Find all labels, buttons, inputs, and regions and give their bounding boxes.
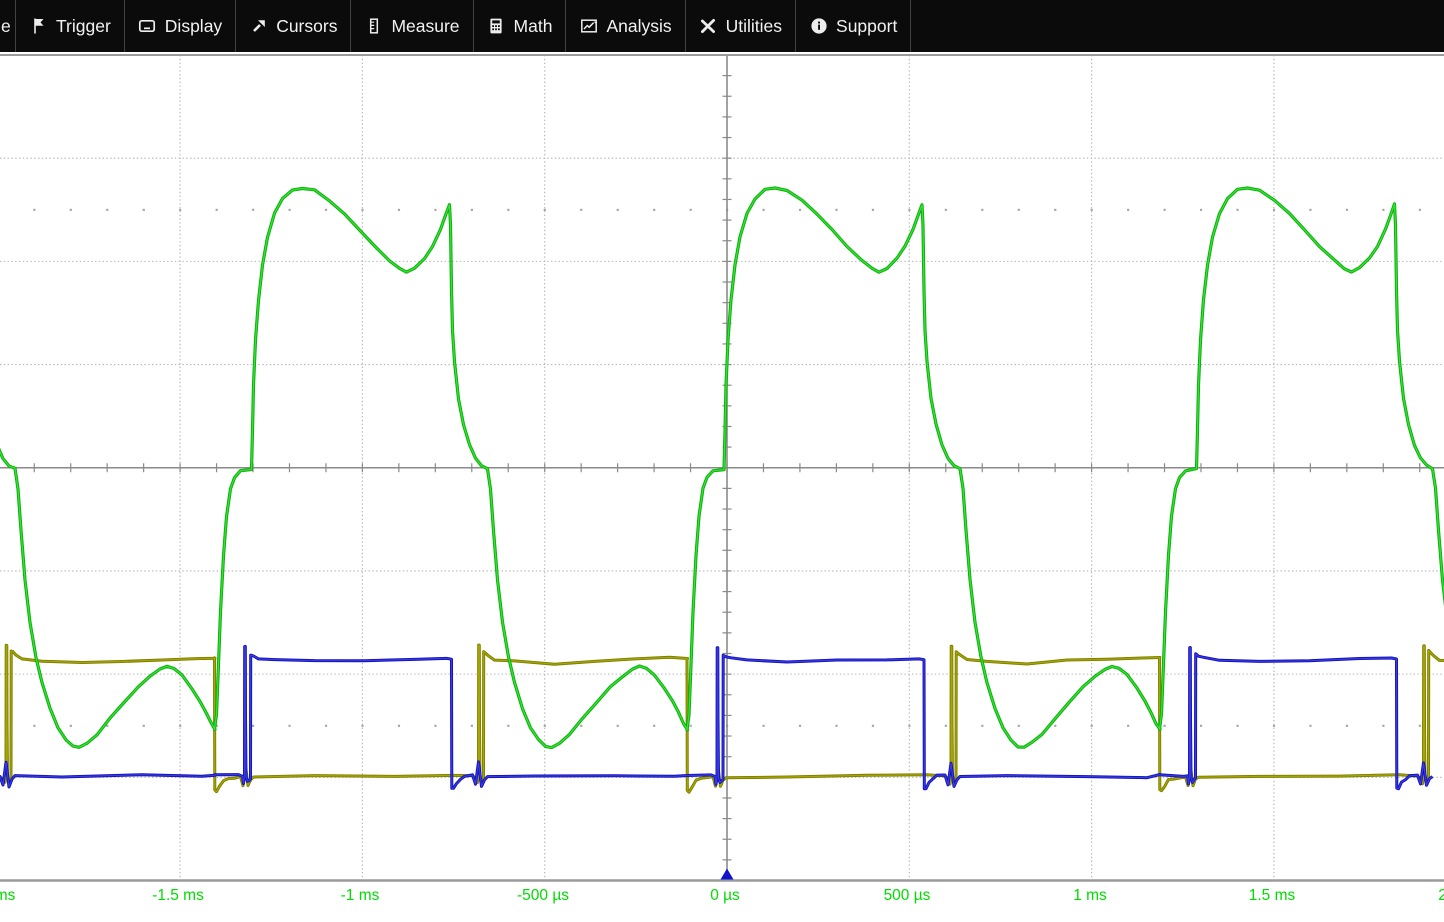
clipped-menu-label: e bbox=[1, 16, 11, 37]
calculator-icon bbox=[487, 17, 506, 36]
menu-item-label: Trigger bbox=[56, 16, 111, 37]
menu-item-label: Math bbox=[514, 16, 553, 37]
time-axis-label: -500 µs bbox=[517, 887, 569, 904]
waveform-display[interactable]: -2 ms -1.5 ms -1 ms -500 µs 0 µs 500 µs 1 ms 1.… bbox=[0, 52, 1444, 917]
time-axis-label: 0 µs bbox=[710, 887, 740, 904]
menu-item-label: Utilities bbox=[726, 16, 782, 37]
menu-item-label: Support bbox=[836, 16, 897, 37]
time-axis-label: -1.5 ms bbox=[152, 887, 204, 904]
scope-graticule: -2 ms -1.5 ms -1 ms -500 µs 0 µs 500 µs 1 ms 1.… bbox=[0, 52, 1444, 917]
menu-item-label: Cursors bbox=[276, 16, 337, 37]
ruler-icon bbox=[364, 17, 383, 36]
cursor-arrow-icon bbox=[249, 17, 268, 36]
menu-item-label: Display bbox=[165, 16, 222, 37]
chart-icon bbox=[579, 17, 598, 36]
menu-item-label: Measure bbox=[391, 16, 459, 37]
time-axis-labels: -2 ms -1.5 ms -1 ms -500 µs 0 µs 500 µs 1 ms 1.… bbox=[0, 887, 1444, 904]
menu-item-clipped[interactable]: e bbox=[0, 0, 16, 52]
time-axis-label: 500 µs bbox=[884, 887, 931, 904]
menu-item-support[interactable]: Support bbox=[796, 0, 911, 52]
menu-bar: e Trigger Display Cursors Measure Math Analys… bbox=[0, 0, 1444, 52]
info-icon bbox=[809, 17, 828, 36]
time-axis-label: 2 ms bbox=[1438, 887, 1444, 904]
tools-icon bbox=[699, 17, 718, 36]
menu-item-math[interactable]: Math bbox=[474, 0, 567, 52]
menu-item-display[interactable]: Display bbox=[125, 0, 236, 52]
time-axis-label: -2 ms bbox=[0, 887, 16, 904]
time-axis-label: 1 ms bbox=[1073, 887, 1107, 904]
trigger-time-marker[interactable] bbox=[721, 869, 734, 880]
menu-item-cursors[interactable]: Cursors bbox=[236, 0, 351, 52]
menu-item-label: Analysis bbox=[606, 16, 671, 37]
menu-item-utilities[interactable]: Utilities bbox=[686, 0, 796, 52]
flag-icon bbox=[29, 17, 48, 36]
display-icon bbox=[138, 17, 157, 36]
menu-item-trigger[interactable]: Trigger bbox=[16, 0, 125, 52]
traces bbox=[0, 188, 1444, 792]
menu-item-measure[interactable]: Measure bbox=[351, 0, 473, 52]
menu-item-analysis[interactable]: Analysis bbox=[566, 0, 685, 52]
time-axis-label: -1 ms bbox=[341, 887, 380, 904]
time-axis-label: 1.5 ms bbox=[1249, 887, 1296, 904]
